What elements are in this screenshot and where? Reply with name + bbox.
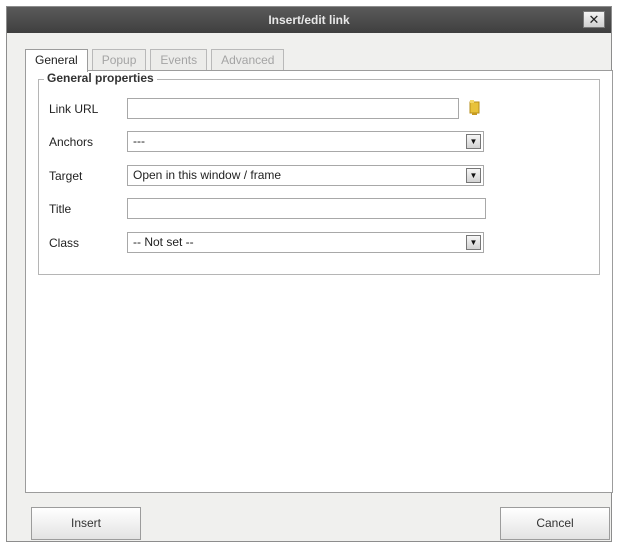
class-select[interactable]: -- Not set -- ▼ bbox=[127, 232, 484, 253]
target-label: Target bbox=[49, 169, 83, 183]
cancel-button[interactable]: Cancel bbox=[500, 507, 610, 540]
title-input[interactable] bbox=[127, 198, 486, 219]
anchors-select-value: --- bbox=[133, 134, 145, 148]
chevron-down-icon[interactable]: ▼ bbox=[466, 235, 481, 250]
link-url-input[interactable] bbox=[127, 98, 459, 119]
title-bar: Insert/edit link ✕ bbox=[7, 7, 611, 33]
anchors-select[interactable]: --- ▼ bbox=[127, 131, 484, 152]
chevron-down-icon[interactable]: ▼ bbox=[466, 134, 481, 149]
target-select-value: Open in this window / frame bbox=[133, 168, 282, 182]
folder-browse-icon[interactable] bbox=[469, 99, 480, 116]
target-select[interactable]: Open in this window / frame ▼ bbox=[127, 165, 484, 186]
tab-popup[interactable]: Popup bbox=[91, 49, 147, 70]
tab-general[interactable]: General bbox=[25, 49, 88, 72]
tab-events[interactable]: Events bbox=[150, 49, 208, 70]
link-url-label: Link URL bbox=[49, 102, 99, 116]
general-panel: General properties Link URL Anchors --- … bbox=[25, 70, 613, 493]
tab-advanced[interactable]: Advanced bbox=[211, 49, 285, 70]
class-label: Class bbox=[49, 236, 80, 250]
dialog-title: Insert/edit link bbox=[268, 13, 350, 27]
close-icon: ✕ bbox=[588, 12, 600, 27]
class-select-value: -- Not set -- bbox=[133, 235, 194, 249]
chevron-down-icon[interactable]: ▼ bbox=[466, 168, 481, 183]
title-label: Title bbox=[49, 202, 72, 216]
dialog-window: Insert/edit link ✕ General Popup Events … bbox=[6, 6, 613, 542]
insert-button[interactable]: Insert bbox=[31, 507, 141, 540]
general-properties-legend: General properties bbox=[44, 71, 157, 85]
general-properties-group: General properties Link URL Anchors --- … bbox=[38, 71, 600, 275]
tab-strip: General Popup Events Advanced bbox=[25, 49, 288, 72]
close-button[interactable]: ✕ bbox=[583, 11, 605, 28]
anchors-label: Anchors bbox=[49, 135, 94, 149]
